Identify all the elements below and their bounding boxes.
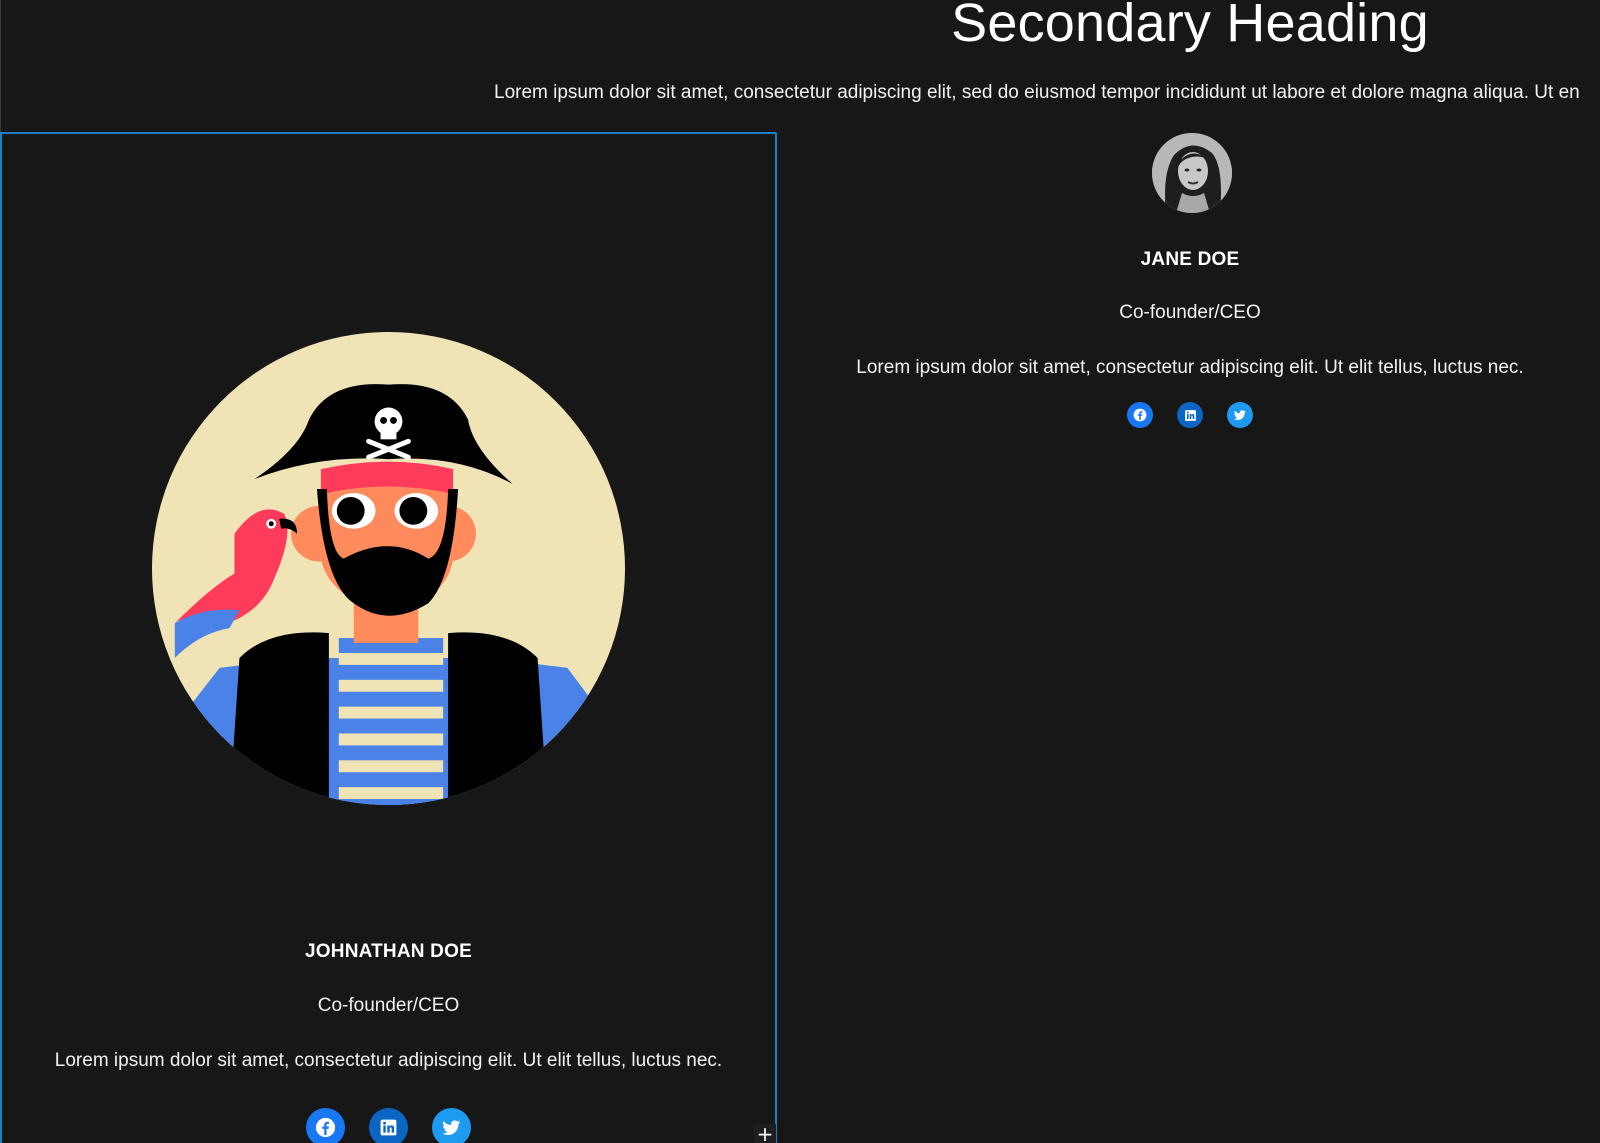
facebook-icon <box>1133 408 1147 422</box>
linkedin-button[interactable] <box>369 1108 408 1143</box>
column-divider <box>0 0 1 132</box>
facebook-button[interactable] <box>306 1108 345 1143</box>
team-member-bio: Lorem ipsum dolor sit amet, consectetur … <box>856 357 1524 378</box>
facebook-button[interactable] <box>1127 402 1153 428</box>
team-member-role: Co-founder/CEO <box>317 995 460 1016</box>
social-links <box>0 1108 777 1143</box>
linkedin-icon <box>380 1119 397 1136</box>
twitter-icon <box>442 1120 461 1136</box>
twitter-button[interactable] <box>1227 402 1253 428</box>
page: Secondary Heading Lorem ipsum dolor sit … <box>0 0 1600 1143</box>
profile-photo-icon <box>1152 133 1232 213</box>
team-member-role: Co-founder/CEO <box>1119 302 1261 323</box>
twitter-icon <box>1233 410 1246 421</box>
social-links <box>780 402 1600 428</box>
team-member-name: JANE DOE <box>1140 249 1240 270</box>
team-member-name: JOHNATHAN DOE <box>305 941 472 962</box>
intro-paragraph: Lorem ipsum dolor sit amet, consectetur … <box>494 82 1580 103</box>
twitter-button[interactable] <box>432 1108 471 1143</box>
facebook-icon <box>315 1117 336 1138</box>
linkedin-button[interactable] <box>1177 402 1203 428</box>
secondary-heading: Secondary Heading <box>951 0 1429 53</box>
linkedin-icon <box>1184 409 1196 421</box>
team-member-bio: Lorem ipsum dolor sit amet, consectetur … <box>54 1050 723 1071</box>
pirate-illustration-icon <box>151 331 626 806</box>
